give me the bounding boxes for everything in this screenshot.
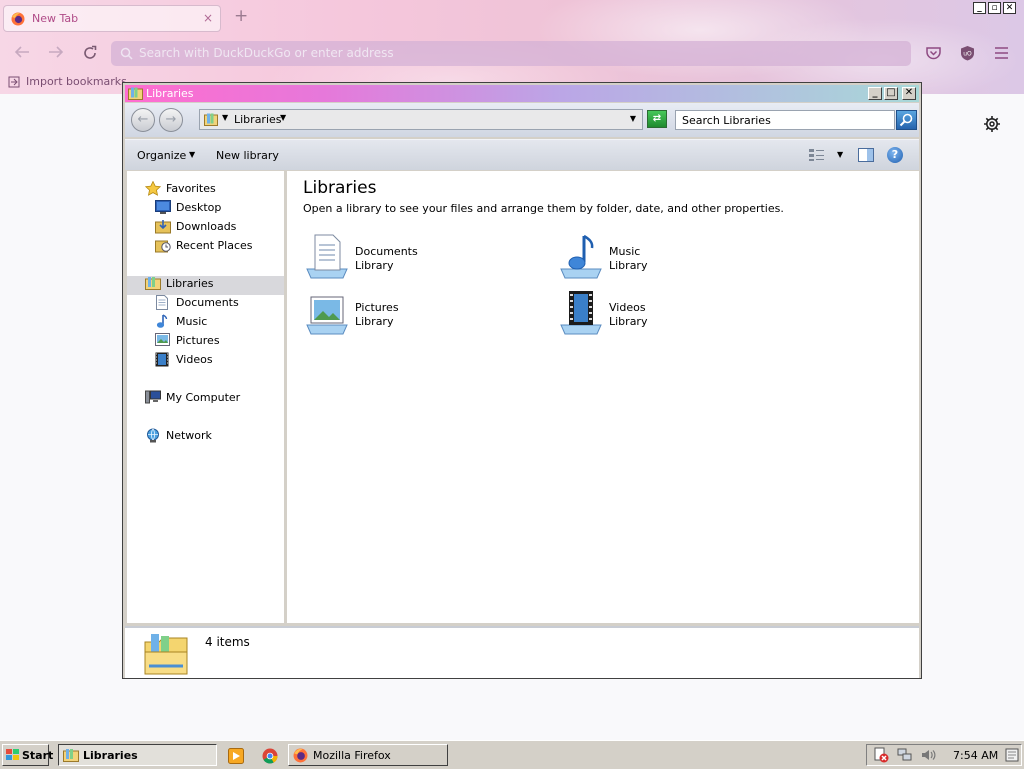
- new-library-button[interactable]: New library: [216, 149, 279, 162]
- downloads-icon: [155, 219, 171, 234]
- documents-icon: [155, 295, 169, 310]
- restore-button[interactable]: ▫: [988, 2, 1001, 14]
- window-title: Libraries: [146, 87, 194, 100]
- ublock-icon[interactable]: uO: [960, 45, 975, 61]
- star-icon: [145, 181, 161, 196]
- organize-menu[interactable]: Organize: [137, 149, 186, 162]
- clock: 7:54 AM: [953, 749, 999, 762]
- chevron-down-icon[interactable]: ▼: [837, 150, 843, 159]
- recent-places-icon: [155, 238, 171, 253]
- import-bookmarks-icon: [8, 76, 20, 88]
- close-tab-icon[interactable]: ×: [203, 11, 213, 25]
- back-icon[interactable]: [14, 45, 30, 59]
- show-desktop-icon[interactable]: [1005, 748, 1019, 762]
- page-description: Open a library to see your files and arr…: [303, 202, 784, 215]
- volume-icon[interactable]: [921, 748, 937, 762]
- firefox-icon: [293, 748, 308, 763]
- libraries-icon: [204, 113, 218, 126]
- start-button[interactable]: Start: [2, 744, 53, 766]
- library-item-pictures[interactable]: Pictures Library: [303, 289, 523, 339]
- libraries-icon: [145, 276, 161, 290]
- libraries-folder-icon: [143, 632, 189, 676]
- documents-library-icon: [303, 233, 351, 279]
- preview-pane-icon[interactable]: [858, 148, 874, 162]
- breadcrumb-location[interactable]: Libraries: [234, 113, 282, 126]
- search-placeholder: Search Libraries: [682, 114, 771, 127]
- videos-library-icon: [557, 289, 605, 335]
- content-pane: Libraries Open a library to see your fil…: [287, 171, 919, 623]
- svg-text:uO: uO: [963, 51, 972, 58]
- pocket-icon[interactable]: [926, 46, 941, 60]
- tab-title: New Tab: [32, 12, 79, 25]
- minimize-button[interactable]: _: [973, 2, 986, 14]
- chrome-icon[interactable]: [262, 748, 278, 764]
- back-icon[interactable]: ←: [131, 108, 155, 132]
- windows-logo-icon: [5, 748, 21, 762]
- page-title: Libraries: [303, 178, 377, 198]
- network-icon: [145, 428, 161, 443]
- desktop-icon: [155, 200, 171, 214]
- library-item-videos[interactable]: Videos Library: [557, 289, 777, 339]
- reload-icon[interactable]: [82, 45, 98, 61]
- item-count: 4 items: [205, 635, 250, 649]
- taskbar: Start Libraries Mozilla Firefox 7:54 AM: [0, 740, 1024, 769]
- pictures-library-icon: [303, 289, 351, 335]
- minimize-button[interactable]: _: [868, 87, 882, 100]
- search-icon: [120, 47, 133, 60]
- network-tray-icon[interactable]: [897, 748, 913, 762]
- computer-icon: [145, 390, 161, 405]
- menu-icon[interactable]: [994, 47, 1009, 59]
- media-player-icon[interactable]: [228, 748, 244, 764]
- maximize-button[interactable]: □: [884, 87, 898, 100]
- taskbar-item-libraries[interactable]: Libraries: [58, 744, 217, 766]
- forward-icon[interactable]: [48, 45, 64, 59]
- address-history-dropdown[interactable]: ▼: [630, 114, 636, 123]
- address-toolbar: ← → ▼ Libraries ▼ ▼ ⇄ Search Libraries: [125, 103, 919, 137]
- music-icon: [155, 314, 169, 329]
- taskbar-item-firefox[interactable]: Mozilla Firefox: [288, 744, 448, 766]
- view-options-icon[interactable]: [808, 148, 825, 162]
- gear-icon[interactable]: [983, 115, 1001, 133]
- navigation-pane: Favorites Desktop Downloads Recent Place…: [127, 171, 287, 623]
- refresh-button[interactable]: ⇄: [647, 110, 667, 128]
- url-bar[interactable]: Search with DuckDuckGo or enter address: [111, 41, 911, 66]
- library-item-music[interactable]: Music Library: [557, 233, 777, 283]
- breadcrumb-chevron-icon[interactable]: ▼: [280, 113, 286, 122]
- details-pane: 4 items: [125, 626, 919, 678]
- libraries-window: Libraries _ □ ✕ ← → ▼ Libraries ▼ ▼ ⇄ Se…: [122, 82, 922, 679]
- breadcrumb-chevron-icon[interactable]: ▼: [222, 113, 228, 122]
- address-bar[interactable]: ▼ Libraries ▼ ▼: [199, 109, 643, 130]
- new-tab-button[interactable]: +: [234, 8, 248, 25]
- command-bar: Organize ▼ New library ▼ ?: [125, 139, 919, 170]
- close-button[interactable]: ✕: [1003, 2, 1016, 14]
- import-bookmarks-link[interactable]: Import bookmarks...: [26, 75, 137, 88]
- forward-icon[interactable]: →: [159, 108, 183, 132]
- help-button[interactable]: ?: [887, 147, 903, 163]
- search-button[interactable]: [896, 110, 917, 130]
- close-button[interactable]: ✕: [902, 87, 916, 100]
- tab-new-tab[interactable]: New Tab ×: [3, 5, 221, 32]
- url-placeholder: Search with DuckDuckGo or enter address: [139, 46, 394, 60]
- search-input[interactable]: Search Libraries: [675, 110, 895, 130]
- firefox-toolbar-area: New Tab × + _ ▫ ✕ Search with DuckDuckGo…: [0, 0, 1024, 94]
- system-tray: 7:54 AM: [866, 744, 1022, 766]
- pictures-icon: [155, 333, 170, 346]
- library-item-documents[interactable]: Documents Library: [303, 233, 523, 283]
- videos-icon: [155, 352, 169, 367]
- chevron-down-icon[interactable]: ▼: [189, 150, 195, 159]
- libraries-icon: [128, 87, 143, 100]
- libraries-icon: [63, 748, 79, 762]
- music-library-icon: [557, 233, 605, 279]
- window-titlebar[interactable]: Libraries _ □ ✕: [125, 85, 919, 102]
- firefox-icon: [11, 12, 25, 26]
- security-alert-icon[interactable]: [873, 747, 889, 763]
